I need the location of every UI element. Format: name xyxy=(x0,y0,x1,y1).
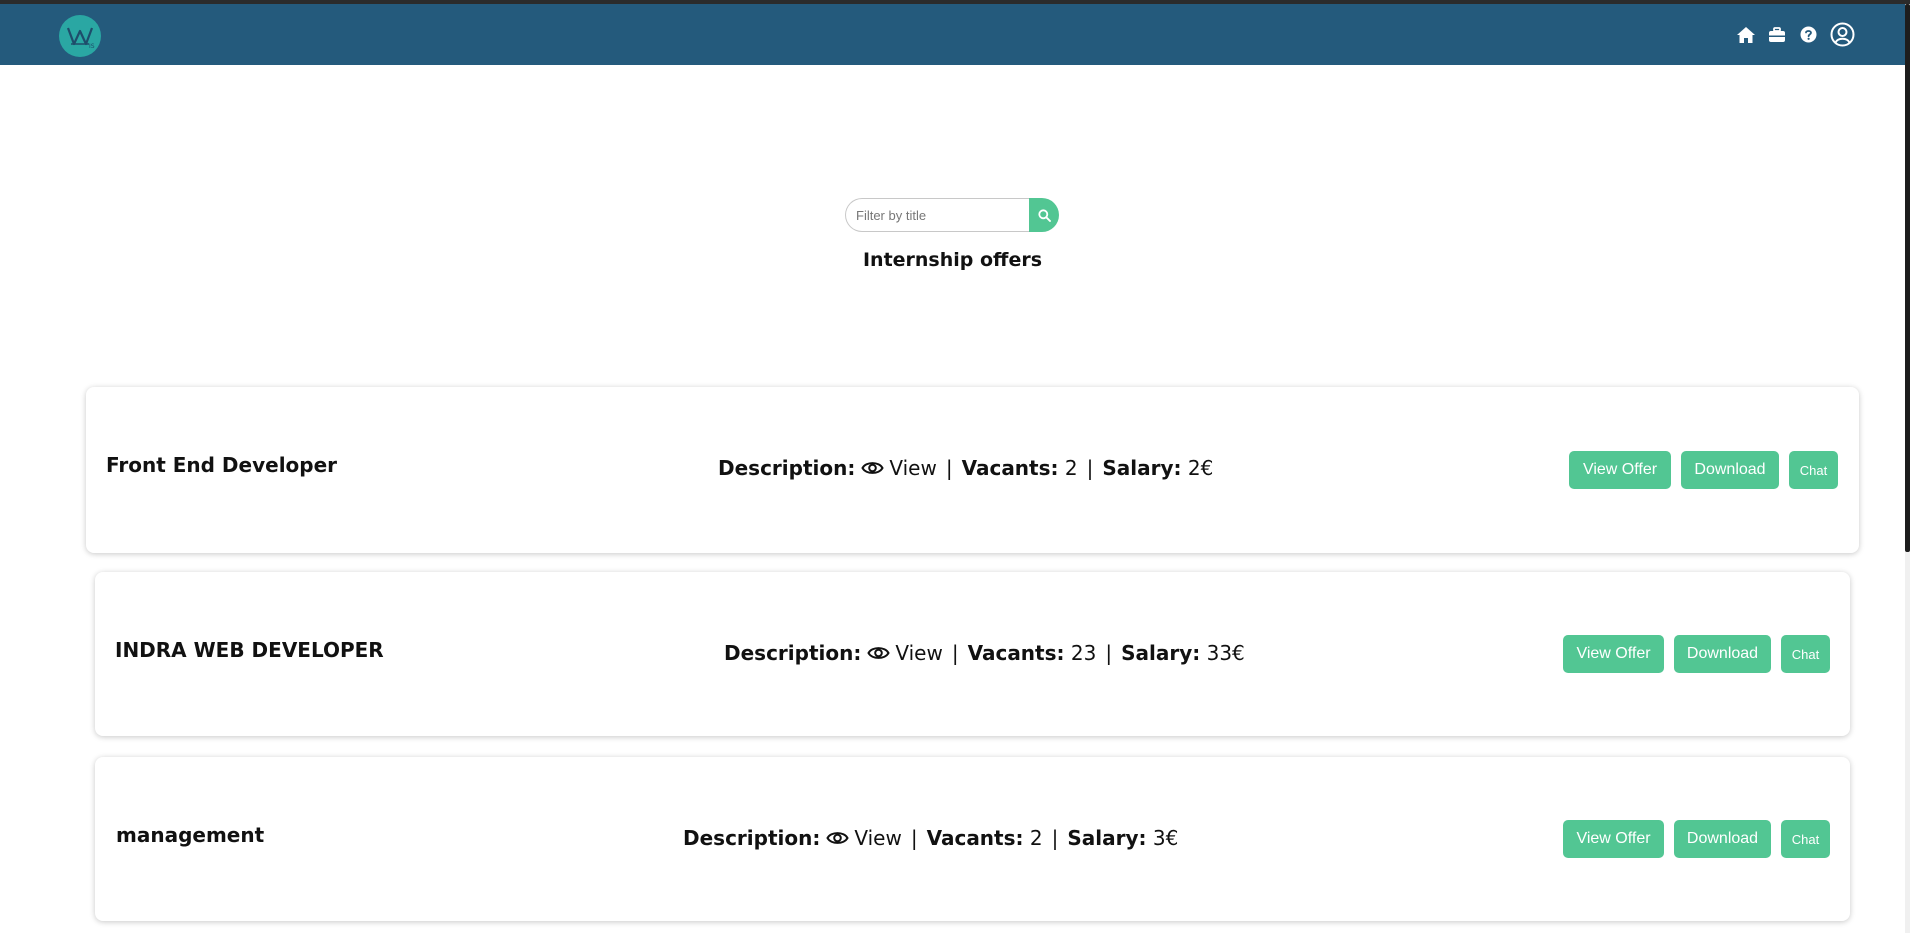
search-icon xyxy=(1037,208,1051,222)
separator: | xyxy=(945,456,953,480)
chat-button[interactable]: Chat xyxy=(1781,820,1830,858)
view-description-link[interactable]: View xyxy=(895,641,942,665)
salary-label: Salary: xyxy=(1102,456,1182,480)
separator: | xyxy=(951,641,959,665)
download-button[interactable]: Download xyxy=(1674,820,1771,858)
chat-button[interactable]: Chat xyxy=(1789,451,1838,489)
chat-button[interactable]: Chat xyxy=(1781,635,1830,673)
separator: | xyxy=(910,826,918,850)
separator: | xyxy=(1086,456,1094,480)
download-button[interactable]: Download xyxy=(1674,635,1771,673)
offer-title: Front End Developer xyxy=(106,453,338,477)
help-icon[interactable] xyxy=(1798,4,1818,65)
description-label: Description: xyxy=(718,456,856,480)
separator: | xyxy=(1105,641,1113,665)
home-icon[interactable] xyxy=(1735,4,1757,65)
vacants-value: 2 xyxy=(1064,456,1078,480)
vacants-label: Vacants: xyxy=(967,641,1065,665)
download-button[interactable]: Download xyxy=(1681,451,1779,489)
salary-value: 33€ xyxy=(1206,641,1245,665)
offer-info: Description: View | Vacants: 2 | Salary:… xyxy=(718,456,1213,480)
search-button[interactable] xyxy=(1029,198,1059,232)
vacants-label: Vacants: xyxy=(926,826,1024,850)
offer-title: management xyxy=(116,823,265,847)
svg-text:IS: IS xyxy=(89,43,95,50)
wl-logo-icon: IS xyxy=(66,27,95,50)
eye-icon xyxy=(867,645,890,661)
salary-label: Salary: xyxy=(1067,826,1147,850)
briefcase-icon[interactable] xyxy=(1766,4,1788,65)
app-logo[interactable]: IS xyxy=(59,15,101,57)
view-description-link[interactable]: View xyxy=(889,456,936,480)
offer-card: management Description: View | Vacants: … xyxy=(95,757,1850,921)
salary-value: 2€ xyxy=(1187,456,1214,480)
vacants-value: 2 xyxy=(1029,826,1043,850)
view-description-link[interactable]: View xyxy=(854,826,901,850)
view-offer-button[interactable]: View Offer xyxy=(1563,635,1664,673)
eye-icon xyxy=(826,830,849,846)
navbar: IS xyxy=(0,4,1905,65)
search-input[interactable] xyxy=(845,198,1029,232)
eye-icon xyxy=(861,460,884,476)
vacants-value: 23 xyxy=(1070,641,1097,665)
page-title: Internship offers xyxy=(862,249,1043,271)
search-bar xyxy=(845,198,1059,232)
offer-card: INDRA WEB DEVELOPER Description: View | … xyxy=(95,572,1850,736)
view-offer-button[interactable]: View Offer xyxy=(1563,820,1664,858)
offer-info: Description: View | Vacants: 2 | Salary:… xyxy=(683,826,1178,850)
offer-info: Description: View | Vacants: 23 | Salary… xyxy=(724,641,1245,665)
salary-label: Salary: xyxy=(1121,641,1201,665)
vacants-label: Vacants: xyxy=(961,456,1059,480)
offer-card: Front End Developer Description: View | … xyxy=(86,387,1859,553)
offer-title: INDRA WEB DEVELOPER xyxy=(115,638,384,662)
user-icon[interactable] xyxy=(1829,4,1855,65)
description-label: Description: xyxy=(683,826,821,850)
description-label: Description: xyxy=(724,641,862,665)
salary-value: 3€ xyxy=(1152,826,1179,850)
separator: | xyxy=(1051,826,1059,850)
scrollbar-thumb[interactable] xyxy=(1905,4,1910,552)
view-offer-button[interactable]: View Offer xyxy=(1569,451,1671,489)
